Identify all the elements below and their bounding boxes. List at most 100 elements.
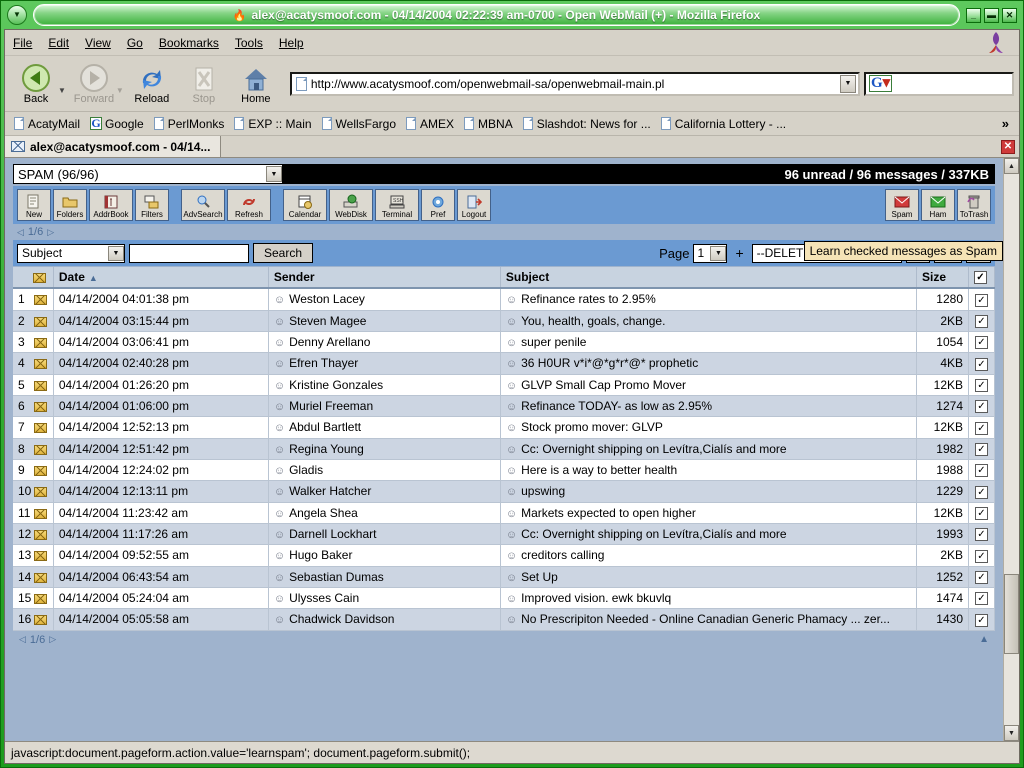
page-number-select[interactable]: 1 ▼ [693, 243, 728, 263]
table-row[interactable]: 13 04/14/2004 09:52:55 am ☺ Hugo Baker ☺ cred… [13, 544, 995, 567]
scrollbar-thumb[interactable] [1004, 574, 1019, 654]
row-checkbox[interactable]: ✓ [975, 528, 988, 542]
row-subject[interactable]: ☺ Improved vision. ewk bkuvlq [500, 587, 918, 610]
table-row[interactable]: 2 04/14/2004 03:15:44 pm ☺ Steven Magee ☺ You… [13, 310, 995, 332]
header-sender[interactable]: Sender [268, 267, 501, 290]
bookmark-acatymail[interactable]: AcatyMail [9, 116, 85, 132]
tab-webmail[interactable]: alex@acatysmoof.com - 04/14... [5, 136, 222, 157]
calendar-button[interactable]: Calendar [283, 189, 327, 221]
page-scrollbar[interactable]: ▲ ▼ [1003, 158, 1019, 741]
back-button[interactable]: Back [10, 59, 62, 109]
row-select-cell[interactable]: ✓ [968, 608, 995, 631]
row-status-icon[interactable] [31, 608, 54, 631]
bookmark-wellsfargo[interactable]: WellsFargo [317, 116, 401, 132]
search-bar[interactable]: G▾ [864, 71, 1014, 96]
row-subject[interactable]: ☺ Refinance rates to 2.95% [500, 288, 918, 311]
folder-select[interactable]: SPAM (96/96) ▼ [13, 164, 283, 184]
row-sender[interactable]: ☺ Muriel Freeman [268, 395, 501, 418]
menu-tools[interactable]: Tools [227, 33, 271, 53]
menu-go[interactable]: Go [119, 33, 151, 53]
row-checkbox[interactable]: ✓ [975, 464, 988, 478]
bookmark-california-lottery[interactable]: California Lottery - ... [656, 116, 791, 132]
row-checkbox[interactable]: ✓ [975, 357, 988, 371]
table-row[interactable]: 16 04/14/2004 05:05:58 am ☺ Chadwick Davids… [13, 608, 995, 631]
row-checkbox[interactable]: ✓ [975, 442, 988, 456]
table-row[interactable]: 6 04/14/2004 01:06:00 pm ☺ Muriel Freeman ☺ R… [13, 395, 995, 418]
chevron-down-icon[interactable]: ▼ [266, 166, 282, 182]
row-subject[interactable]: ☺ Cc: Overnight shipping on Levítra,Cialí… [500, 523, 918, 546]
to-trash-button[interactable]: ToTrash [957, 189, 991, 221]
row-checkbox[interactable]: ✓ [975, 613, 988, 627]
row-status-icon[interactable] [31, 480, 54, 503]
row-sender[interactable]: ☺ Darnell Lockhart [268, 523, 501, 546]
table-row[interactable]: 14 04/14/2004 06:43:54 am ☺ Sebastian Dumas… [13, 566, 995, 588]
chevron-down-icon[interactable]: ▼ [710, 245, 727, 261]
row-status-icon[interactable] [31, 566, 54, 588]
header-size[interactable]: Size [916, 267, 969, 290]
prev-page-icon[interactable]: ◁ [19, 634, 26, 645]
table-row[interactable]: 5 04/14/2004 01:26:20 pm ☺ Kristine Gonzale… [13, 374, 995, 396]
row-select-cell[interactable]: ✓ [968, 331, 995, 354]
row-status-icon[interactable] [31, 587, 54, 610]
table-row[interactable]: 3 04/14/2004 03:06:41 pm ☺ Denny Arellano ☺ s… [13, 331, 995, 354]
row-checkbox[interactable]: ✓ [975, 549, 988, 563]
row-sender[interactable]: ☺ Efren Thayer [268, 352, 501, 375]
row-status-icon[interactable] [31, 310, 54, 332]
search-text-input[interactable] [129, 243, 249, 263]
back-dropdown-icon[interactable]: ▼ [58, 86, 66, 95]
scroll-down-button[interactable]: ▼ [1004, 725, 1019, 741]
address-book-button[interactable]: AddrBook [89, 189, 133, 221]
header-subject[interactable]: Subject [500, 267, 918, 290]
preferences-button[interactable]: Pref [421, 189, 455, 221]
bookmark-perlmonks[interactable]: PerlMonks [149, 116, 230, 132]
row-checkbox[interactable]: ✓ [975, 485, 988, 499]
row-status-icon[interactable] [31, 395, 54, 418]
header-select-all[interactable]: ✓ [968, 267, 995, 290]
row-sender[interactable]: ☺ Angela Shea [268, 502, 501, 524]
table-row[interactable]: 4 04/14/2004 02:40:28 pm ☺ Efren Thayer ☺ 36 … [13, 352, 995, 375]
advanced-search-button[interactable]: AdvSearch [181, 189, 225, 221]
row-subject[interactable]: ☺ No Prescripiton Needed - Online Canadia… [500, 608, 918, 631]
filters-button[interactable]: Filters [135, 189, 169, 221]
webdisk-button[interactable]: WebDisk [329, 189, 373, 221]
bookmark-exp-main[interactable]: EXP :: Main [229, 116, 316, 132]
table-row[interactable]: 1 04/14/2004 04:01:38 pm ☺ Weston Lacey ☺ Ref… [13, 288, 995, 311]
row-select-cell[interactable]: ✓ [968, 459, 995, 482]
row-status-icon[interactable] [31, 544, 54, 567]
table-row[interactable]: 8 04/14/2004 12:51:42 pm ☺ Regina Young ☺ Cc:… [13, 438, 995, 460]
row-sender[interactable]: ☺ Kristine Gonzales [268, 374, 501, 396]
row-sender[interactable]: ☺ Weston Lacey [268, 288, 501, 311]
row-subject[interactable]: ☺ creditors calling [500, 544, 918, 567]
header-date[interactable]: Date ▲ [53, 267, 269, 290]
row-checkbox[interactable]: ✓ [975, 314, 988, 328]
row-status-icon[interactable] [31, 459, 54, 482]
row-status-icon[interactable] [31, 438, 54, 460]
next-page-icon[interactable]: ▷ [47, 227, 54, 238]
search-input[interactable] [892, 75, 1009, 92]
row-checkbox[interactable]: ✓ [975, 293, 988, 307]
row-select-cell[interactable]: ✓ [968, 395, 995, 418]
new-message-button[interactable]: New [17, 189, 51, 221]
table-row[interactable]: 15 04/14/2004 05:24:04 am ☺ Ulysses Cain ☺ Im… [13, 587, 995, 610]
expand-plus-icon[interactable]: + [731, 245, 747, 261]
row-status-icon[interactable] [31, 288, 54, 311]
row-subject[interactable]: ☺ Cc: Overnight shipping on Levítra,Cialí… [500, 438, 918, 460]
scroll-up-button[interactable]: ▲ [1004, 158, 1019, 174]
home-button[interactable]: Home [230, 59, 282, 109]
table-row[interactable]: 12 04/14/2004 11:17:26 am ☺ Darnell Lockhar… [13, 523, 995, 546]
row-status-icon[interactable] [31, 352, 54, 375]
row-select-cell[interactable]: ✓ [968, 310, 995, 332]
row-select-cell[interactable]: ✓ [968, 374, 995, 396]
row-select-cell[interactable]: ✓ [968, 438, 995, 460]
bookmark-mbna[interactable]: MBNA [459, 116, 518, 132]
row-sender[interactable]: ☺ Chadwick Davidson [268, 608, 501, 631]
row-checkbox[interactable]: ✓ [975, 378, 988, 392]
bookmarks-overflow-icon[interactable]: » [996, 116, 1015, 131]
row-sender[interactable]: ☺ Denny Arellano [268, 331, 501, 354]
row-sender[interactable]: ☺ Hugo Baker [268, 544, 501, 567]
row-subject[interactable]: ☺ super penile [500, 331, 918, 354]
row-select-cell[interactable]: ✓ [968, 352, 995, 375]
table-row[interactable]: 9 04/14/2004 12:24:02 pm ☺ Gladis ☺ Here is a… [13, 459, 995, 482]
logout-button[interactable]: Logout [457, 189, 491, 221]
chevron-down-icon[interactable]: ▼ [108, 245, 124, 261]
